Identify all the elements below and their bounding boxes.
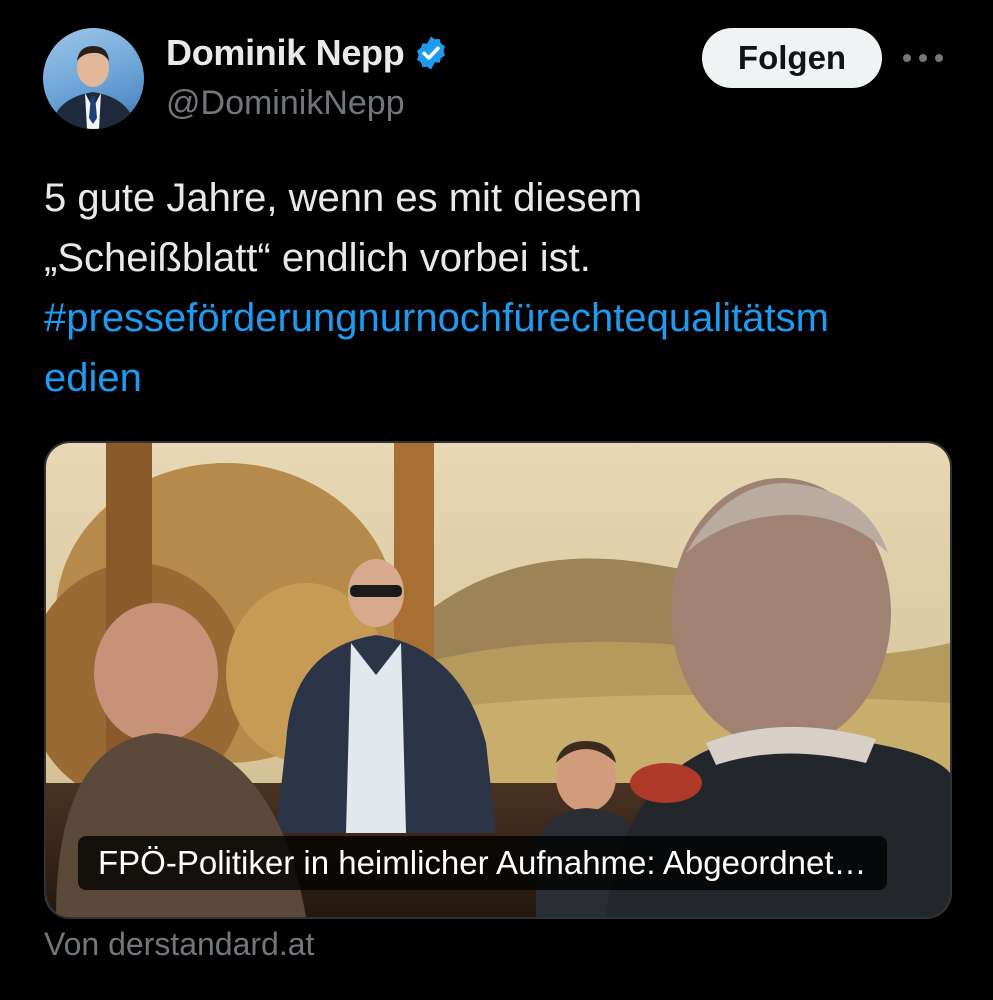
- author-handle[interactable]: @DominikNepp: [166, 84, 405, 123]
- hashtag-part[interactable]: edien: [44, 356, 142, 400]
- more-icon[interactable]: [903, 46, 943, 70]
- hashtag-link[interactable]: #presseförderungnurnochfürechtequalitäts…: [44, 288, 964, 348]
- author-name-row: Dominik Nepp: [166, 30, 450, 76]
- article-headline[interactable]: FPÖ-Politiker in heimlicher Aufnahme: Ab…: [78, 836, 887, 890]
- more-dot: [919, 54, 927, 62]
- hashtag-link-continued[interactable]: edien: [44, 348, 964, 408]
- more-dot: [935, 54, 943, 62]
- follow-button[interactable]: Folgen: [702, 28, 882, 88]
- author-avatar[interactable]: [43, 28, 144, 129]
- verified-badge-icon[interactable]: [412, 34, 450, 72]
- link-source[interactable]: Von derstandard.at: [44, 926, 314, 963]
- tweet-text: 5 gute Jahre, wenn es mit diesem „Scheiß…: [44, 168, 964, 408]
- link-preview-card[interactable]: FPÖ-Politiker in heimlicher Aufnahme: Ab…: [44, 441, 952, 919]
- tweet-line: „Scheißblatt“ endlich vorbei ist.: [44, 236, 591, 280]
- author-name[interactable]: Dominik Nepp: [166, 32, 405, 74]
- more-dot: [903, 54, 911, 62]
- tweet-line: 5 gute Jahre, wenn es mit diesem: [44, 176, 643, 220]
- hashtag-part[interactable]: #presseförderungnurnochfürechtequalitäts…: [44, 296, 829, 340]
